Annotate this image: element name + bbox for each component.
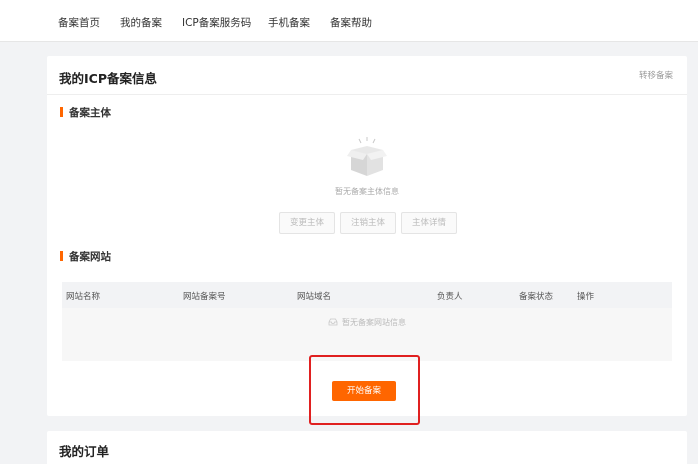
website-table-header: 网站名称 网站备案号 网站域名 负责人 备案状态 操作 bbox=[62, 282, 672, 308]
column-header-owner: 负责人 bbox=[437, 292, 463, 302]
orders-card: 我的订单 bbox=[47, 431, 687, 464]
subject-empty-text: 暂无备案主体信息 bbox=[335, 187, 399, 196]
column-header-site-name: 网站名称 bbox=[66, 292, 101, 302]
cancel-subject-button[interactable]: 注销主体 bbox=[340, 212, 396, 234]
website-table-body: 暂无备案网站信息 bbox=[62, 308, 672, 361]
column-header-status: 备案状态 bbox=[519, 292, 554, 302]
page-title: 我的ICP备案信息 bbox=[59, 71, 157, 86]
divider bbox=[47, 94, 687, 95]
start-filing-button[interactable]: 开始备案 bbox=[332, 381, 396, 401]
column-header-filing-number: 网站备案号 bbox=[183, 292, 226, 302]
table-empty-row: 暂无备案网站信息 bbox=[62, 317, 672, 328]
section-title-website: 备案网站 bbox=[60, 249, 111, 264]
section-title-subject: 备案主体 bbox=[60, 105, 111, 120]
nav-item-icp-service-code[interactable]: ICP备案服务码 bbox=[182, 15, 251, 30]
empty-inbox-icon bbox=[328, 318, 338, 326]
website-empty-text: 暂无备案网站信息 bbox=[342, 318, 406, 327]
subject-details-button[interactable]: 主体详情 bbox=[401, 212, 457, 234]
change-subject-button[interactable]: 变更主体 bbox=[279, 212, 335, 234]
empty-box-icon bbox=[346, 136, 388, 184]
top-navigation: 备案首页 我的备案 ICP备案服务码 手机备案 备案帮助 bbox=[0, 0, 698, 42]
column-header-actions: 操作 bbox=[577, 292, 595, 302]
nav-item-home[interactable]: 备案首页 bbox=[58, 15, 100, 30]
nav-item-my-filings[interactable]: 我的备案 bbox=[120, 15, 162, 30]
orders-title: 我的订单 bbox=[59, 444, 110, 459]
nav-item-help[interactable]: 备案帮助 bbox=[330, 15, 372, 30]
column-header-domain: 网站域名 bbox=[297, 292, 332, 302]
nav-item-mobile-filing[interactable]: 手机备案 bbox=[268, 15, 310, 30]
transfer-filing-link[interactable]: 转移备案 bbox=[639, 69, 673, 81]
icp-info-card: 我的ICP备案信息 转移备案 备案主体 暂无备案主体信息 变更主体 注销主体 主… bbox=[47, 56, 687, 425]
